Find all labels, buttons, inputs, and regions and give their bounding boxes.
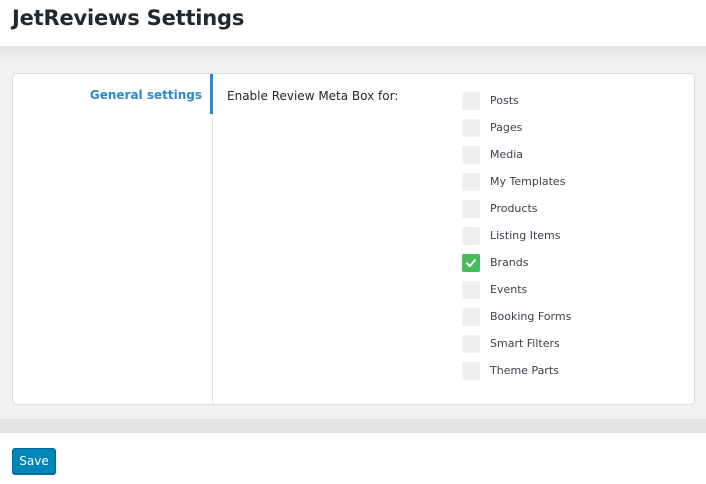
page-title: JetReviews Settings	[12, 6, 245, 30]
checkbox-label: My Templates	[490, 175, 566, 188]
sidebar-item-general-settings[interactable]: General settings	[13, 74, 213, 114]
checkbox-label: Theme Parts	[490, 364, 559, 377]
checkbox[interactable]	[462, 172, 480, 191]
checkbox-label: Posts	[490, 94, 519, 107]
checkbox[interactable]	[462, 91, 480, 110]
checkbox[interactable]	[462, 361, 480, 380]
checkbox-item-theme-parts[interactable]: Theme Parts	[462, 357, 571, 384]
checkbox[interactable]	[462, 307, 480, 326]
checkbox[interactable]	[462, 145, 480, 164]
settings-sidebar: General settings	[13, 74, 213, 404]
checkbox-item-listing-items[interactable]: Listing Items	[462, 222, 571, 249]
checkbox[interactable]	[462, 199, 480, 218]
checkbox-item-pages[interactable]: Pages	[462, 114, 571, 141]
settings-panel: General settings Enable Review Meta Box …	[12, 73, 695, 405]
checkbox-label: Brands	[490, 256, 529, 269]
save-button[interactable]: Save	[12, 448, 56, 474]
checkbox-item-brands[interactable]: Brands	[462, 249, 571, 276]
checkbox-item-booking-forms[interactable]: Booking Forms	[462, 303, 571, 330]
check-icon	[466, 258, 476, 267]
checkbox-label: Products	[490, 202, 538, 215]
checkbox-label: Listing Items	[490, 229, 561, 242]
checkbox[interactable]	[462, 334, 480, 353]
checkbox-label: Media	[490, 148, 524, 161]
checkbox-item-my-templates[interactable]: My Templates	[462, 168, 571, 195]
checkbox-item-media[interactable]: Media	[462, 141, 571, 168]
checkbox-item-smart-filters[interactable]: Smart Filters	[462, 330, 571, 357]
meta-box-field-label: Enable Review Meta Box for:	[227, 89, 399, 103]
checkbox-item-products[interactable]: Products	[462, 195, 571, 222]
checkbox-item-events[interactable]: Events	[462, 276, 571, 303]
checkbox-label: Pages	[490, 121, 523, 134]
checkbox[interactable]	[462, 118, 480, 137]
sidebar-item-label: General settings	[89, 88, 202, 102]
post-type-checkbox-list: Posts Pages Media My Templates Products Listi…	[462, 87, 571, 384]
band-shadow	[0, 46, 706, 60]
checkbox-label: Booking Forms	[490, 310, 572, 323]
band-bottom	[0, 419, 706, 433]
checkbox-label: Events	[490, 283, 528, 296]
checkbox-item-posts[interactable]: Posts	[462, 87, 571, 114]
checkbox-label: Smart Filters	[490, 337, 560, 350]
checkbox[interactable]	[462, 280, 480, 299]
checkbox[interactable]	[462, 226, 480, 245]
checkbox[interactable]	[462, 253, 480, 272]
